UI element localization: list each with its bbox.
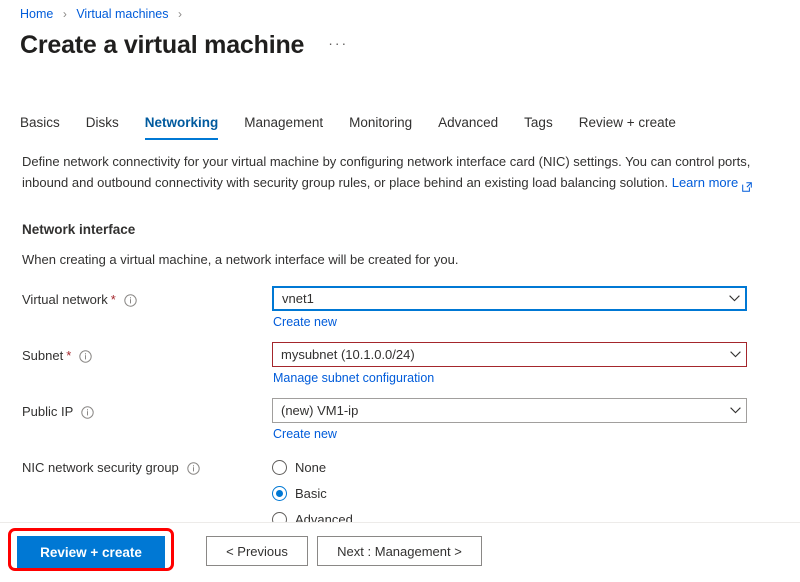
review-create-button[interactable]: Review + create xyxy=(17,536,165,568)
info-icon[interactable] xyxy=(187,462,200,475)
required-indicator: * xyxy=(110,292,116,307)
info-icon[interactable] xyxy=(79,350,92,363)
manage-subnet-configuration-link[interactable]: Manage subnet configuration xyxy=(273,371,434,385)
radio-circle-icon xyxy=(272,485,287,501)
info-icon[interactable] xyxy=(124,294,137,307)
virtual-network-dropdown[interactable]: vnet1 xyxy=(272,286,747,311)
learn-more-label: Learn more xyxy=(671,175,739,190)
tab-tags[interactable]: Tags xyxy=(524,114,553,140)
public-ip-dropdown[interactable]: (new) VM1-ip xyxy=(272,398,747,423)
radio-option-basic[interactable]: Basic xyxy=(272,480,353,506)
section-subtext: When creating a virtual machine, a netwo… xyxy=(22,252,459,267)
virtual-network-label: Virtual network * xyxy=(22,292,137,307)
tab-label: Networking xyxy=(144,115,219,130)
field-row-subnet: Subnet * mysubnet (10.1.0.0/24) Manage s… xyxy=(0,342,800,398)
virtual-network-create-new-link[interactable]: Create new xyxy=(273,315,337,329)
breadcrumb-separator-icon: › xyxy=(177,7,182,21)
previous-button[interactable]: < Previous xyxy=(206,536,308,566)
subnet-dropdown[interactable]: mysubnet (10.1.0.0/24) xyxy=(272,342,747,367)
public-ip-label: Public IP xyxy=(22,404,95,419)
nic-nsg-radio-group: None Basic Advanced xyxy=(272,454,353,532)
breadcrumb-separator-icon: › xyxy=(62,7,67,21)
radio-label: Basic xyxy=(295,485,327,501)
breadcrumb-item-virtual-machines[interactable]: Virtual machines xyxy=(76,7,168,21)
next-management-button[interactable]: Next : Management > xyxy=(317,536,482,566)
public-ip-value: (new) VM1-ip xyxy=(281,403,359,418)
nic-nsg-label: NIC network security group xyxy=(22,460,200,475)
wizard-footer: Review + create < Previous Next : Manage… xyxy=(0,522,800,582)
description-text: Define network connectivity for your vir… xyxy=(22,154,751,190)
virtual-network-value: vnet1 xyxy=(282,291,314,306)
field-row-virtual-network: Virtual network * vnet1 Create new xyxy=(0,286,800,342)
networking-form: Virtual network * vnet1 Create new Subne… xyxy=(0,286,800,534)
info-icon[interactable] xyxy=(81,406,95,419)
tab-advanced[interactable]: Advanced xyxy=(438,114,498,140)
breadcrumb: Home › Virtual machines › xyxy=(20,6,188,22)
subnet-value: mysubnet (10.1.0.0/24) xyxy=(281,347,415,362)
tab-label: Review + create xyxy=(578,115,676,130)
tab-basics[interactable]: Basics xyxy=(20,114,60,140)
subnet-label: Subnet * xyxy=(22,348,92,363)
page-header: Create a virtual machine ··· xyxy=(20,29,352,61)
tab-review-create[interactable]: Review + create xyxy=(579,114,676,140)
tab-label: Management xyxy=(244,115,324,130)
tab-management[interactable]: Management xyxy=(244,114,323,140)
tab-label: Monitoring xyxy=(349,115,413,130)
more-actions-icon[interactable]: ··· xyxy=(324,34,352,57)
tab-monitoring[interactable]: Monitoring xyxy=(349,114,412,140)
section-heading-network-interface: Network interface xyxy=(22,222,136,237)
page-description: Define network connectivity for your vir… xyxy=(22,152,774,193)
learn-more-link[interactable]: Learn more xyxy=(671,173,753,193)
wizard-tabs: Basics Disks Networking Management Monit… xyxy=(20,110,702,140)
label-text: Public IP xyxy=(22,404,74,419)
field-row-public-ip: Public IP (new) VM1-ip Create new xyxy=(0,398,800,454)
tab-label: Tags xyxy=(524,115,553,130)
tab-disks[interactable]: Disks xyxy=(86,114,119,140)
required-indicator: * xyxy=(66,348,72,363)
tab-label: Disks xyxy=(85,115,119,130)
tab-label: Basics xyxy=(20,115,60,130)
radio-circle-icon xyxy=(272,459,287,475)
chevron-down-icon xyxy=(724,343,746,366)
public-ip-create-new-link[interactable]: Create new xyxy=(273,427,337,441)
tab-networking[interactable]: Networking xyxy=(144,114,219,140)
label-text: Subnet xyxy=(22,348,64,363)
tab-label: Advanced xyxy=(438,115,499,130)
breadcrumb-item-home[interactable]: Home xyxy=(20,7,53,21)
chevron-down-icon xyxy=(723,288,745,309)
chevron-down-icon xyxy=(724,399,746,422)
radio-label: None xyxy=(295,459,327,475)
label-text: Virtual network xyxy=(22,292,108,307)
external-link-icon xyxy=(742,178,753,192)
radio-option-none[interactable]: None xyxy=(272,454,353,480)
page-title: Create a virtual machine xyxy=(20,31,305,59)
label-text: NIC network security group xyxy=(22,460,179,475)
